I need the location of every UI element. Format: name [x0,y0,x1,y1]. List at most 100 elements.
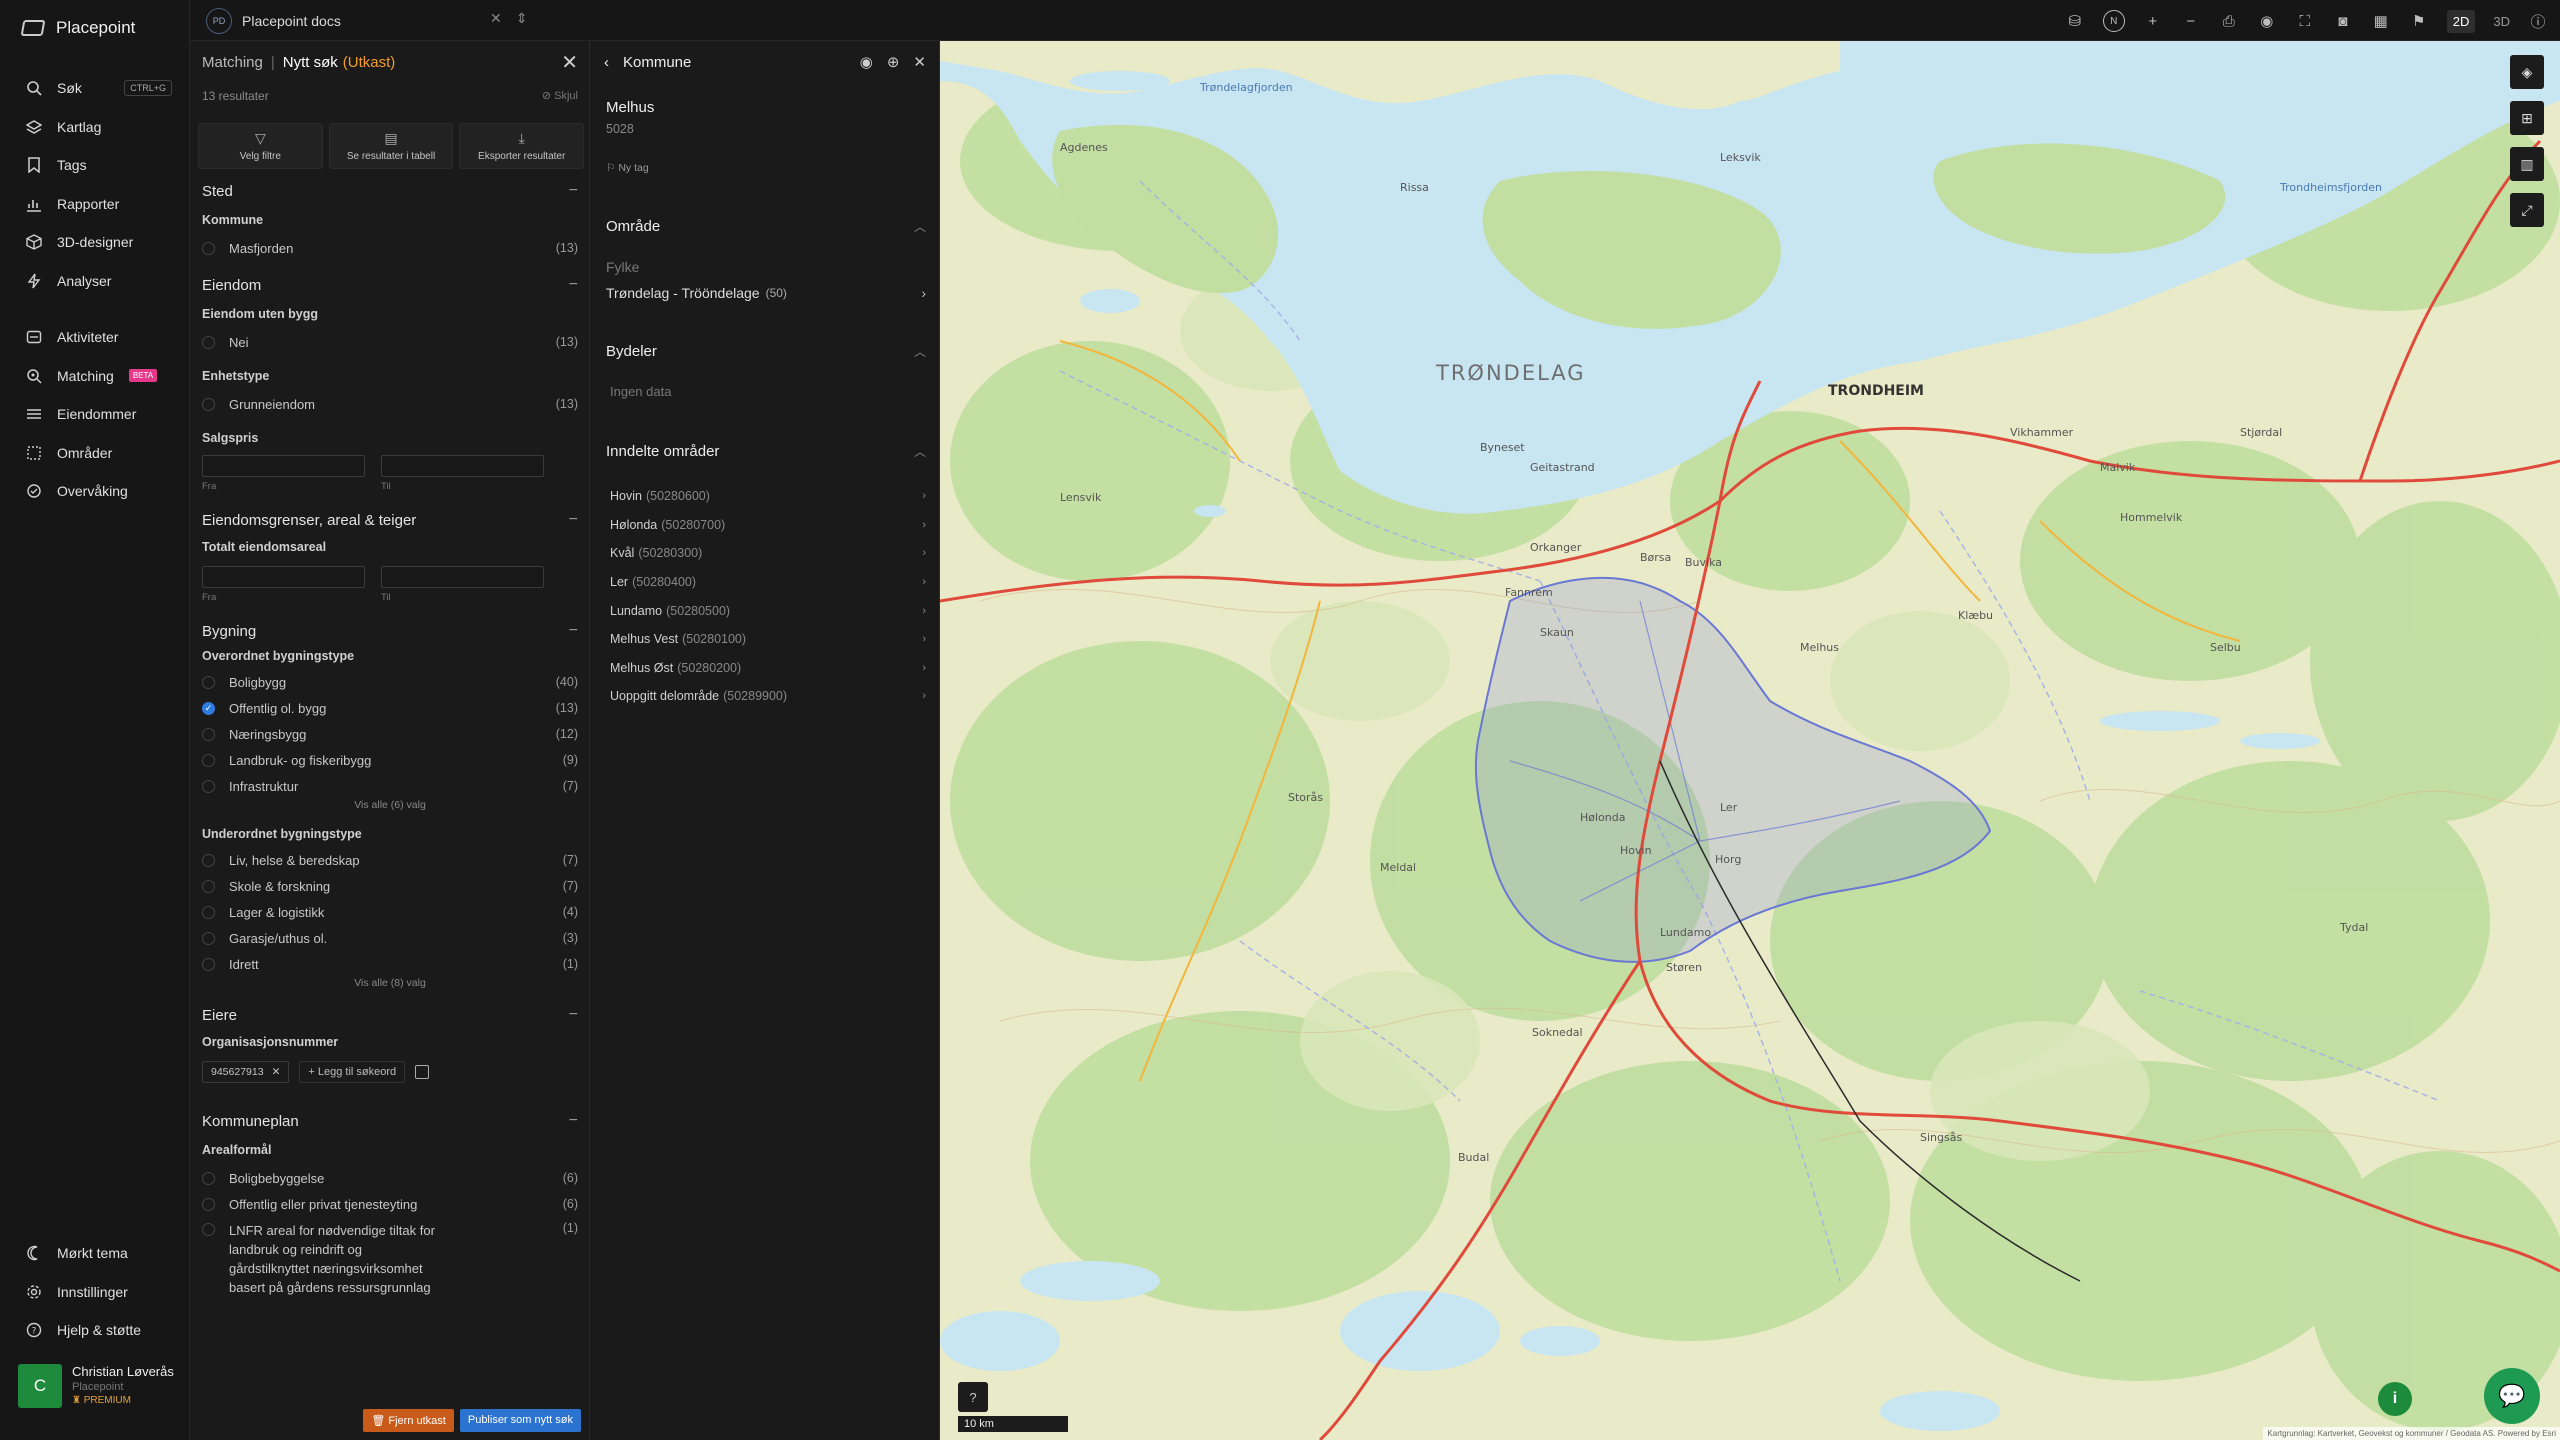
checkbox[interactable] [202,397,215,411]
hide-button[interactable]: ⊘ Skjul [542,89,578,103]
checkbox[interactable] [202,1223,215,1236]
filter-option[interactable]: Lager & logistikk (4) [202,899,578,925]
layers-stack-icon[interactable]: ⛁ [2065,11,2085,31]
sidebar-item-settings[interactable]: Innstillinger [0,1273,190,1312]
remove-draft-button[interactable]: 🗑 Fjern utkast [363,1409,454,1432]
filter-option[interactable]: Landbruk- og fiskeribygg (9) [202,747,578,773]
sidebar-item-analyser[interactable]: Analyser [0,262,190,301]
section-kommuneplan[interactable]: Kommuneplan − [202,1111,578,1131]
close-icon[interactable]: ✕ [561,50,578,75]
list-item[interactable]: Melhus Vest (50280100) › [606,625,926,654]
filter-option[interactable]: Boligbygg (40) [202,669,578,695]
chat-icon[interactable]: 💬 [2484,1368,2540,1424]
section-bygning[interactable]: Bygning − [202,621,578,641]
price-to-input[interactable] [381,455,544,477]
section-omrade[interactable]: Område ︿ [606,218,926,235]
sidebar-item-overvaking[interactable]: Overvåking [0,472,190,511]
keyword-chip[interactable]: 945627913 ✕ [202,1061,290,1083]
chart-icon[interactable]: ▥ [2510,147,2544,181]
mode-3d-button[interactable]: 3D [2493,14,2510,29]
collapse-icon[interactable]: − [569,276,578,294]
measure-icon[interactable]: ⤢ [2510,193,2544,227]
chevron-up-icon[interactable]: ︿ [914,443,926,460]
info-icon[interactable]: i [2378,1382,2412,1416]
eye-icon[interactable]: ◉ [860,53,873,71]
filter-option[interactable]: Offentlig eller privat tjenesteyting (6) [202,1191,578,1217]
filter-option[interactable]: ✓ Offentlig ol. bygg (13) [202,695,578,721]
area-from-input[interactable] [202,566,365,588]
zoom-in-icon[interactable]: + [2143,11,2163,31]
filter-option[interactable]: Boligbebyggelse (6) [202,1165,578,1191]
map-help-icon[interactable]: ? [958,1382,988,1412]
checkbox[interactable] [202,931,215,945]
section-eiere[interactable]: Eiere − [202,1005,578,1025]
list-item[interactable]: Kvål (50280300) › [606,539,926,568]
checkbox[interactable] [202,1171,215,1185]
list-item[interactable]: Ler (50280400) › [606,568,926,597]
mode-2d-button[interactable]: 2D [2446,9,2476,33]
list-item[interactable]: Hølonda (50280700) › [606,511,926,540]
info-icon[interactable]: ⓘ [2528,11,2548,31]
sidebar-item-3d-designer[interactable]: 3D-designer [0,223,190,262]
collapse-icon[interactable]: − [569,511,578,529]
checkbox[interactable] [202,753,215,767]
sidebar-item-sok[interactable]: Søk CTRL+G [0,69,190,108]
checkbox[interactable] [202,241,215,255]
filter-option[interactable]: Liv, helse & beredskap (7) [202,847,578,873]
fullscreen-icon[interactable]: ⛶ [2295,11,2315,31]
list-item[interactable]: Hovin (50280600) › [606,482,926,511]
filter-option[interactable]: Infrastruktur (7) [202,773,578,799]
collapse-icon[interactable]: − [569,1112,578,1130]
export-results-button[interactable]: ⤓ Eksporter resultater [459,123,585,169]
sidebar-item-rapporter[interactable]: Rapporter [0,185,190,224]
collapse-icon[interactable]: − [569,182,578,200]
table-results-button[interactable]: ▤ Se resultater i tabell [328,123,454,169]
area-to-input[interactable] [381,566,544,588]
clear-workspace-icon[interactable]: ✕ [490,10,502,27]
price-from-input[interactable] [202,455,365,477]
filter-option[interactable]: Idrett (1) [202,951,578,977]
collapse-icon[interactable]: − [569,1006,578,1024]
section-inndelte[interactable]: Inndelte områder ︿ [606,443,926,460]
layer-toggle-icon[interactable]: ◈ [2510,55,2544,89]
checkbox[interactable] [202,727,215,741]
remove-chip-icon[interactable]: ✕ [272,1066,281,1078]
eye-icon[interactable]: ◉ [2257,11,2277,31]
print-icon[interactable]: ⎙ [2219,11,2239,31]
section-sted[interactable]: Sted − [202,181,578,201]
publish-search-button[interactable]: Publiser som nytt søk [459,1409,581,1432]
breadcrumb[interactable]: Matching [202,54,263,71]
sidebar-item-help[interactable]: ? Hjelp & støtte [0,1311,190,1350]
grid-icon[interactable]: ▦ [2371,11,2391,31]
list-item[interactable]: Uoppgitt delområde (50289900) › [606,682,926,711]
choose-filters-button[interactable]: ▽ Velg filtre [198,123,323,169]
add-keyword-button[interactable]: + Legg til søkeord [299,1061,406,1083]
target-icon[interactable]: ⊕ [887,53,900,71]
logo[interactable]: Placepoint [20,18,135,38]
close-icon[interactable]: ✕ [913,53,926,71]
sidebar-item-matching[interactable]: Matching BETA [0,357,190,396]
filter-option[interactable]: LNFR areal for nødvendige tiltak for lan… [202,1217,578,1297]
filter-option[interactable]: Næringsbygg (12) [202,721,578,747]
checkbox[interactable] [202,675,215,689]
compass-icon[interactable]: N [2102,10,2125,32]
checkbox[interactable] [202,335,215,349]
filter-option[interactable]: Skole & forskning (7) [202,873,578,899]
bookmark-icon[interactable]: ⚑ [2409,11,2429,31]
filter-option[interactable]: Masfjorden (13) [202,235,578,261]
checkbox[interactable] [202,779,215,793]
filter-option[interactable]: Nei (13) [202,329,578,355]
back-icon[interactable]: ‹ [604,54,609,71]
checkbox[interactable] [202,879,215,893]
sidebar-item-tags[interactable]: Tags [0,146,190,185]
checkbox[interactable] [202,957,215,971]
checkbox[interactable] [202,853,215,867]
fylke-row[interactable]: Trøndelag - Trööndelage (50) › [606,285,926,301]
chevron-up-icon[interactable]: ︿ [914,218,926,235]
sidebar-item-eiendommer[interactable]: Eiendommer [0,395,190,434]
collapse-icon[interactable]: − [569,622,578,640]
checkbox[interactable] [202,905,215,919]
list-item[interactable]: Lundamo (50280500) › [606,596,926,625]
sidebar-item-omrader[interactable]: Områder [0,434,190,473]
copy-icon[interactable] [415,1065,430,1079]
